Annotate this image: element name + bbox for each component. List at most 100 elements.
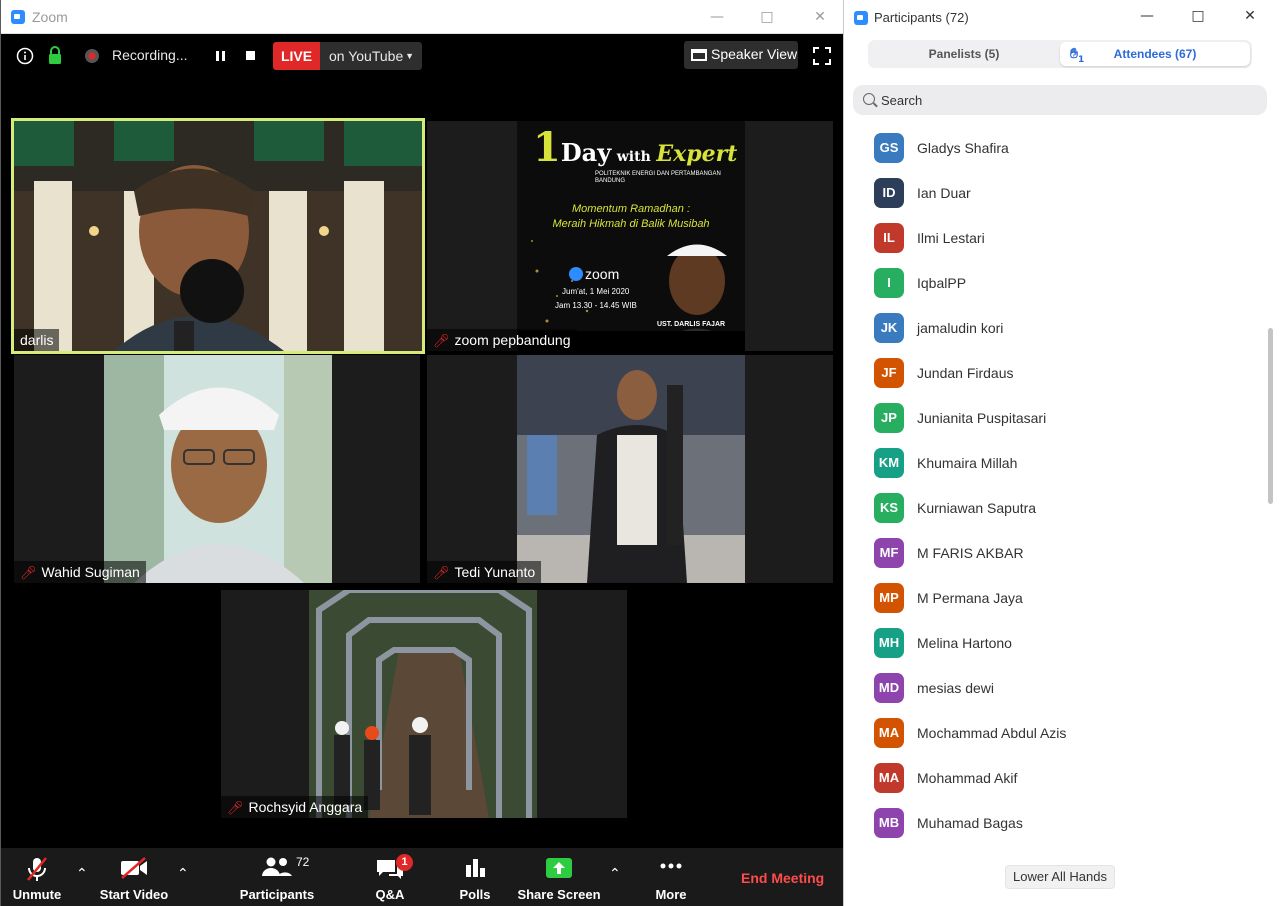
video-off-icon — [121, 857, 147, 879]
hands-raised-count: 1 — [1077, 54, 1085, 65]
live-badge[interactable]: LIVE — [273, 42, 320, 70]
attendee-row[interactable]: MH Melina Hartono — [844, 621, 1254, 666]
video-tile-zoom-pepbandung[interactable]: 1Day with Expert POLITEKNIK ENERGI DAN P… — [427, 121, 833, 351]
share-screen-button[interactable]: Share Screen — [515, 848, 603, 906]
attendee-row[interactable]: GS Gladys Shafira — [844, 126, 1254, 171]
recording-status: Recording... — [112, 47, 188, 63]
mic-muted-icon: 🎤︎ — [20, 566, 37, 581]
avatar: JK — [874, 313, 904, 343]
avatar: GS — [874, 133, 904, 163]
attendee-name: Mochammad Abdul Azis — [917, 725, 1067, 741]
avatar: I — [874, 268, 904, 298]
attendee-row[interactable]: JK jamaludin kori — [844, 306, 1254, 351]
participant-video — [517, 355, 745, 583]
tab-panelists[interactable]: Panelists (5) — [868, 40, 1060, 68]
fullscreen-icon[interactable] — [813, 47, 831, 65]
attendee-name: IqbalPP — [917, 275, 967, 291]
poster-speaker: UST. DARLIS FAJAR — [657, 321, 726, 328]
maximize-icon[interactable]: □ — [756, 6, 778, 28]
participants-label: Participants — [239, 887, 315, 902]
close-icon[interactable]: ✕ — [809, 6, 831, 28]
stream-target-label: on YouTube — [329, 48, 404, 64]
more-button[interactable]: More — [651, 848, 691, 906]
recording-icon — [85, 49, 99, 63]
live-stream-dropdown[interactable]: on YouTube ▼ — [320, 42, 422, 70]
video-tile-wahid-sugiman[interactable]: 🎤︎ Wahid Sugiman — [14, 355, 420, 583]
participants-button[interactable]: 72 Participants — [237, 848, 317, 906]
share-options-chevron-icon[interactable]: ⌃ — [609, 866, 621, 882]
participant-name-label: darlis — [14, 329, 60, 351]
attendee-row[interactable]: I IqbalPP — [844, 261, 1254, 306]
attendee-row[interactable]: ID Ian Duar — [844, 171, 1254, 216]
mic-muted-icon: 🎤︎ — [433, 334, 450, 349]
zoom-logo-icon — [569, 267, 583, 281]
attendee-row[interactable]: MA Mohammad Akif — [844, 756, 1254, 801]
more-icon — [660, 863, 682, 869]
participant-tabs: Panelists (5) ✋︎1 Attendees (67) — [868, 40, 1252, 68]
audio-options-chevron-icon[interactable]: ⌃ — [76, 866, 88, 882]
attendee-row[interactable]: IL Ilmi Lestari — [844, 216, 1254, 261]
close-icon[interactable]: ✕ — [1239, 5, 1261, 27]
more-label: More — [655, 887, 687, 902]
end-meeting-button[interactable]: End Meeting — [741, 870, 824, 886]
attendee-name: Muhamad Bagas — [917, 815, 1023, 831]
qa-label: Q&A — [375, 887, 405, 902]
poster-platform: zoom — [569, 266, 619, 282]
search-input[interactable] — [881, 89, 1251, 111]
participant-name-label: 🎤︎ Tedi Yunanto — [427, 561, 542, 583]
minimize-icon[interactable]: — — [1136, 5, 1158, 27]
attendee-row[interactable]: MF M FARIS AKBAR — [844, 531, 1254, 576]
attendee-row[interactable]: MA Mochammad Abdul Azis — [844, 711, 1254, 756]
stop-recording-icon[interactable] — [245, 50, 263, 68]
participant-name: Rochsyid Anggara — [248, 799, 363, 815]
avatar: MD — [874, 673, 904, 703]
polls-button[interactable]: Polls — [455, 848, 495, 906]
attendee-row[interactable]: JF Jundan Firdaus — [844, 351, 1254, 396]
attendee-row[interactable]: MB Muhamad Bagas — [844, 801, 1254, 846]
avatar: MA — [874, 763, 904, 793]
meeting-toolbar: Unmute ⌃ Start Video ⌃ 72 Participants 1… — [1, 848, 844, 906]
window-titlebar: Zoom — □ ✕ — [1, 0, 844, 34]
attendee-name: jamaludin kori — [917, 320, 1004, 336]
start-video-button[interactable]: Start Video — [98, 848, 170, 906]
poster-institution: POLITEKNIK ENERGI DAN PERTAMBANGAN BANDU… — [595, 171, 721, 184]
attendee-row[interactable]: MD mesias dewi — [844, 666, 1254, 711]
lower-all-hands-button[interactable]: Lower All Hands — [1005, 865, 1115, 889]
search-box[interactable] — [853, 85, 1267, 115]
maximize-icon[interactable]: □ — [1187, 5, 1209, 27]
participant-name: darlis — [20, 332, 54, 348]
speaker-view-button[interactable]: Speaker View — [684, 41, 798, 69]
video-tile-tedi-yunanto[interactable]: 🎤︎ Tedi Yunanto — [427, 355, 833, 583]
avatar: MA — [874, 718, 904, 748]
qa-button[interactable]: 1 Q&A — [368, 848, 413, 906]
minimize-icon[interactable]: — — [706, 6, 728, 28]
attendee-row[interactable]: JP Junianita Puspitasari — [844, 396, 1254, 441]
avatar: JP — [874, 403, 904, 433]
avatar: KM — [874, 448, 904, 478]
video-tile-rochsyid-anggara[interactable]: 🎤︎ Rochsyid Anggara — [221, 590, 627, 818]
avatar: MH — [874, 628, 904, 658]
participant-video — [104, 355, 332, 583]
participant-name-label: 🎤︎ Rochsyid Anggara — [221, 796, 369, 818]
lock-icon[interactable] — [46, 46, 64, 64]
participants-panel: Participants (72) — □ ✕ Panelists (5) ✋︎… — [843, 0, 1280, 906]
attendee-row[interactable]: KM Khumaira Millah — [844, 441, 1254, 486]
tab-attendees[interactable]: ✋︎1 Attendees (67) — [1060, 42, 1250, 66]
video-options-chevron-icon[interactable]: ⌃ — [177, 866, 189, 882]
attendee-row[interactable]: MP M Permana Jaya — [844, 576, 1254, 621]
video-tile-darlis[interactable]: darlis — [11, 118, 425, 354]
attendee-row[interactable]: KS Kurniawan Saputra — [844, 486, 1254, 531]
participant-name: Wahid Sugiman — [41, 564, 140, 580]
attendee-name: Mohammad Akif — [917, 770, 1018, 786]
pause-recording-icon[interactable] — [214, 49, 232, 67]
info-icon[interactable] — [16, 47, 34, 65]
participants-count: 72 — [296, 855, 310, 869]
polls-label: Polls — [459, 887, 491, 902]
attendee-name: Jundan Firdaus — [917, 365, 1014, 381]
attendee-list-scrollbar[interactable] — [1268, 328, 1273, 504]
share-screen-label: Share Screen — [517, 887, 601, 902]
attendee-name: Gladys Shafira — [917, 140, 1009, 156]
participant-name: Tedi Yunanto — [454, 564, 536, 580]
poster-platform-label: zoom — [585, 266, 620, 282]
unmute-button[interactable]: Unmute — [7, 848, 67, 906]
